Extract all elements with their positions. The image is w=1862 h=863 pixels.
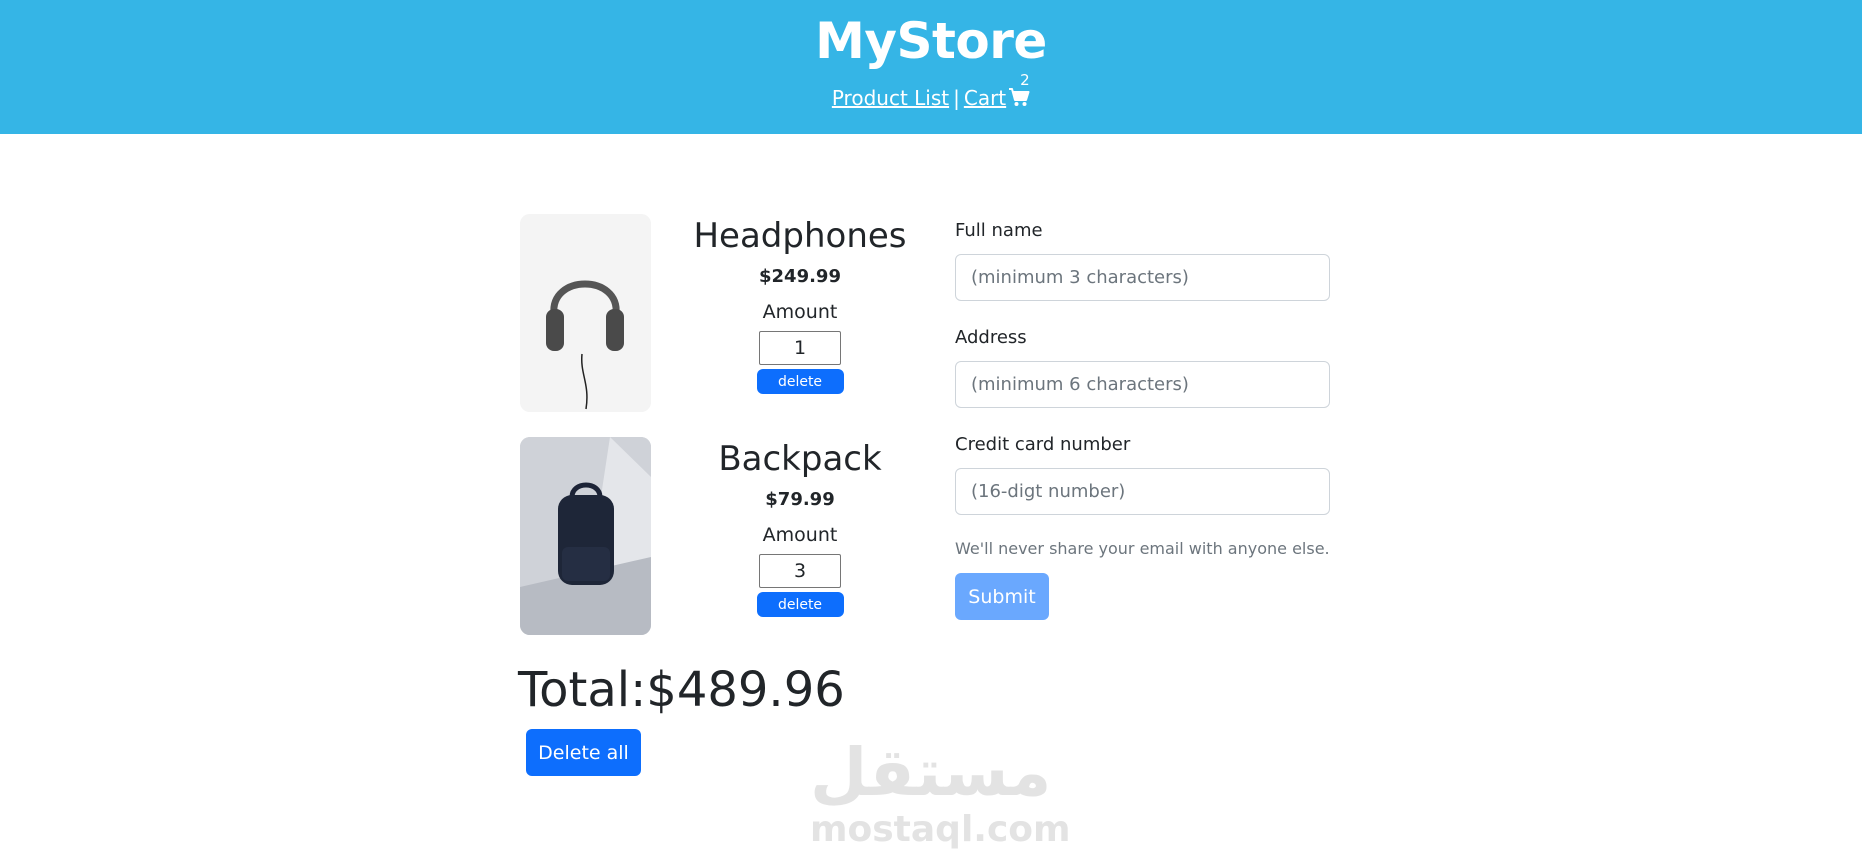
watermark-latin: mostaql.com <box>810 809 1071 850</box>
privacy-help-text: We'll never share your email with anyone… <box>955 539 1330 558</box>
main-nav: Product List | Cart 2 <box>0 71 1862 112</box>
cart-count-badge: 2 <box>1020 71 1030 89</box>
product-price: $79.99 <box>765 489 835 511</box>
amount-label: Amount <box>762 524 838 547</box>
backpack-image <box>520 437 651 635</box>
watermark: مستقل mostaql.com <box>810 734 1071 850</box>
amount-label: Amount <box>762 301 838 324</box>
credit-card-input[interactable] <box>955 468 1330 515</box>
credit-card-label: Credit card number <box>955 434 1131 455</box>
delete-item-button[interactable]: delete <box>756 592 844 618</box>
nav-product-list-link[interactable]: Product List <box>832 86 949 110</box>
headphones-image <box>520 214 651 412</box>
delete-item-button[interactable]: delete <box>756 369 844 395</box>
product-name: Headphones <box>693 216 907 256</box>
brand-title: MyStore <box>815 12 1047 70</box>
full-name-label: Full name <box>955 220 1043 241</box>
amount-input[interactable] <box>759 554 841 589</box>
site-header: MyStore Product List | Cart 2 <box>0 0 1862 134</box>
product-name: Backpack <box>718 439 882 479</box>
cart-item: Backpack $79.99 Amount delete <box>520 437 920 635</box>
cart-total: Total:$489.96 <box>518 662 845 718</box>
full-name-input[interactable] <box>955 254 1330 301</box>
address-label: Address <box>955 327 1027 348</box>
watermark-arabic: مستقل <box>810 734 1052 811</box>
nav-cart-link[interactable]: Cart <box>964 86 1006 110</box>
nav-separator: | <box>953 86 960 110</box>
shopping-cart-icon[interactable]: 2 <box>1008 71 1030 112</box>
amount-input[interactable] <box>759 331 841 366</box>
submit-button[interactable]: Submit <box>955 573 1049 620</box>
address-input[interactable] <box>955 361 1330 408</box>
cart-item-info: Headphones $249.99 Amount delete <box>680 214 920 395</box>
cart-item-info: Backpack $79.99 Amount delete <box>680 437 920 618</box>
cart-item: Headphones $249.99 Amount delete <box>520 214 920 412</box>
delete-all-button[interactable]: Delete all <box>526 729 641 776</box>
product-price: $249.99 <box>759 266 841 288</box>
